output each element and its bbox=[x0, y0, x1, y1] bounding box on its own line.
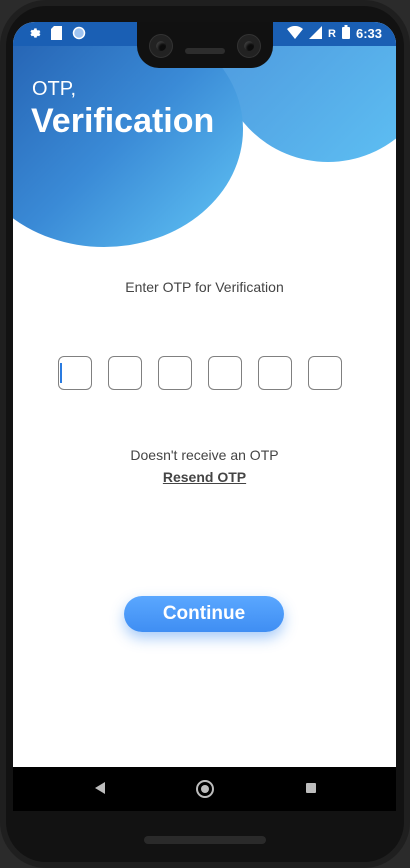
gear-icon bbox=[27, 26, 41, 45]
continue-button[interactable]: Continue bbox=[124, 596, 284, 632]
otp-digit-input[interactable] bbox=[108, 356, 142, 390]
phone-frame: R 6:33 OTP, Verification Enter OTP for V… bbox=[0, 0, 410, 868]
wifi-icon bbox=[287, 25, 304, 42]
status-right-icons: R 6:33 bbox=[287, 25, 382, 42]
earpiece-speaker bbox=[185, 48, 225, 54]
bottom-speaker bbox=[144, 836, 266, 844]
battery-icon bbox=[341, 25, 350, 42]
otp-digit-input[interactable] bbox=[208, 356, 242, 390]
sd-card-icon bbox=[51, 26, 62, 45]
home-icon[interactable] bbox=[196, 780, 214, 798]
status-left-icons bbox=[27, 26, 86, 45]
signal-icon bbox=[309, 25, 323, 42]
otp-digit-input[interactable] bbox=[58, 356, 92, 390]
otp-digit-input[interactable] bbox=[158, 356, 192, 390]
app-screen: R 6:33 OTP, Verification Enter OTP for V… bbox=[13, 22, 396, 767]
system-nav-bar bbox=[13, 767, 396, 811]
resend-question: Doesn't receive an OTP bbox=[130, 447, 279, 463]
recent-apps-icon[interactable] bbox=[306, 783, 316, 793]
page-title: Verification bbox=[31, 102, 215, 140]
otp-digit-input[interactable] bbox=[308, 356, 342, 390]
camera-notch bbox=[137, 22, 273, 68]
front-camera-icon bbox=[149, 34, 173, 58]
otp-digit-input[interactable] bbox=[258, 356, 292, 390]
front-sensor-icon bbox=[237, 34, 261, 58]
status-time: 6:33 bbox=[355, 26, 382, 41]
otp-prompt: Enter OTP for Verification bbox=[125, 279, 284, 295]
otp-input-row bbox=[58, 356, 342, 390]
header-title-small: OTP, bbox=[32, 78, 77, 100]
resend-otp-link[interactable]: Resend OTP bbox=[13, 469, 396, 485]
signal-label: R bbox=[328, 27, 336, 40]
back-icon[interactable] bbox=[95, 782, 105, 794]
circle-icon bbox=[72, 26, 86, 45]
